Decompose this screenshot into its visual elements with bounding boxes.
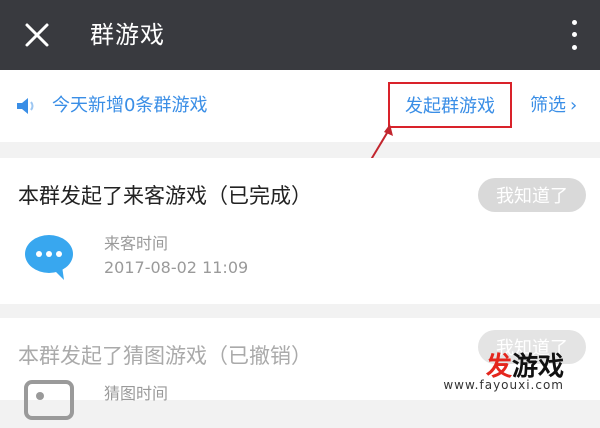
more-vertical-icon <box>571 19 577 25</box>
notice-bar: 今天新增0条群游戏 发起群游戏 筛选 › <box>0 70 600 142</box>
chevron-right-icon: › <box>570 95 578 116</box>
filter-label: 筛选 <box>530 95 566 116</box>
guess-time-label: 猜图时间 <box>104 384 169 403</box>
acknowledge-label: 我知道了 <box>496 186 568 207</box>
game-card: 本群发起了来客游戏（已完成） 我知道了 来客时间 2017-08-02 11:0… <box>0 158 600 304</box>
close-icon <box>25 23 49 47</box>
filter-button[interactable]: 筛选 › <box>530 70 577 142</box>
close-button[interactable] <box>20 18 54 52</box>
speaker-icon <box>17 98 34 114</box>
acknowledge-button[interactable]: 我知道了 <box>478 178 586 212</box>
visit-time-label: 来客时间 <box>104 234 169 253</box>
more-options-button[interactable] <box>562 16 586 54</box>
visit-time-value: 2017-08-02 11:09 <box>104 258 249 277</box>
start-group-game-label: 发起群游戏 <box>405 96 495 117</box>
watermark-url: www.fayouxi.com <box>443 378 564 392</box>
start-group-game-button[interactable]: 发起群游戏 <box>388 82 512 128</box>
title-bar: 群游戏 <box>0 0 600 70</box>
image-game-icon <box>24 380 74 420</box>
new-games-notice: 今天新增0条群游戏 <box>52 95 208 116</box>
card-title: 本群发起了猜图游戏（已撤销） <box>18 344 312 368</box>
page-title: 群游戏 <box>90 21 165 49</box>
site-watermark: 发游戏 www.fayouxi.com <box>432 346 592 396</box>
card-title: 本群发起了来客游戏（已完成） <box>18 184 312 208</box>
chat-bubble-icon <box>25 235 73 280</box>
